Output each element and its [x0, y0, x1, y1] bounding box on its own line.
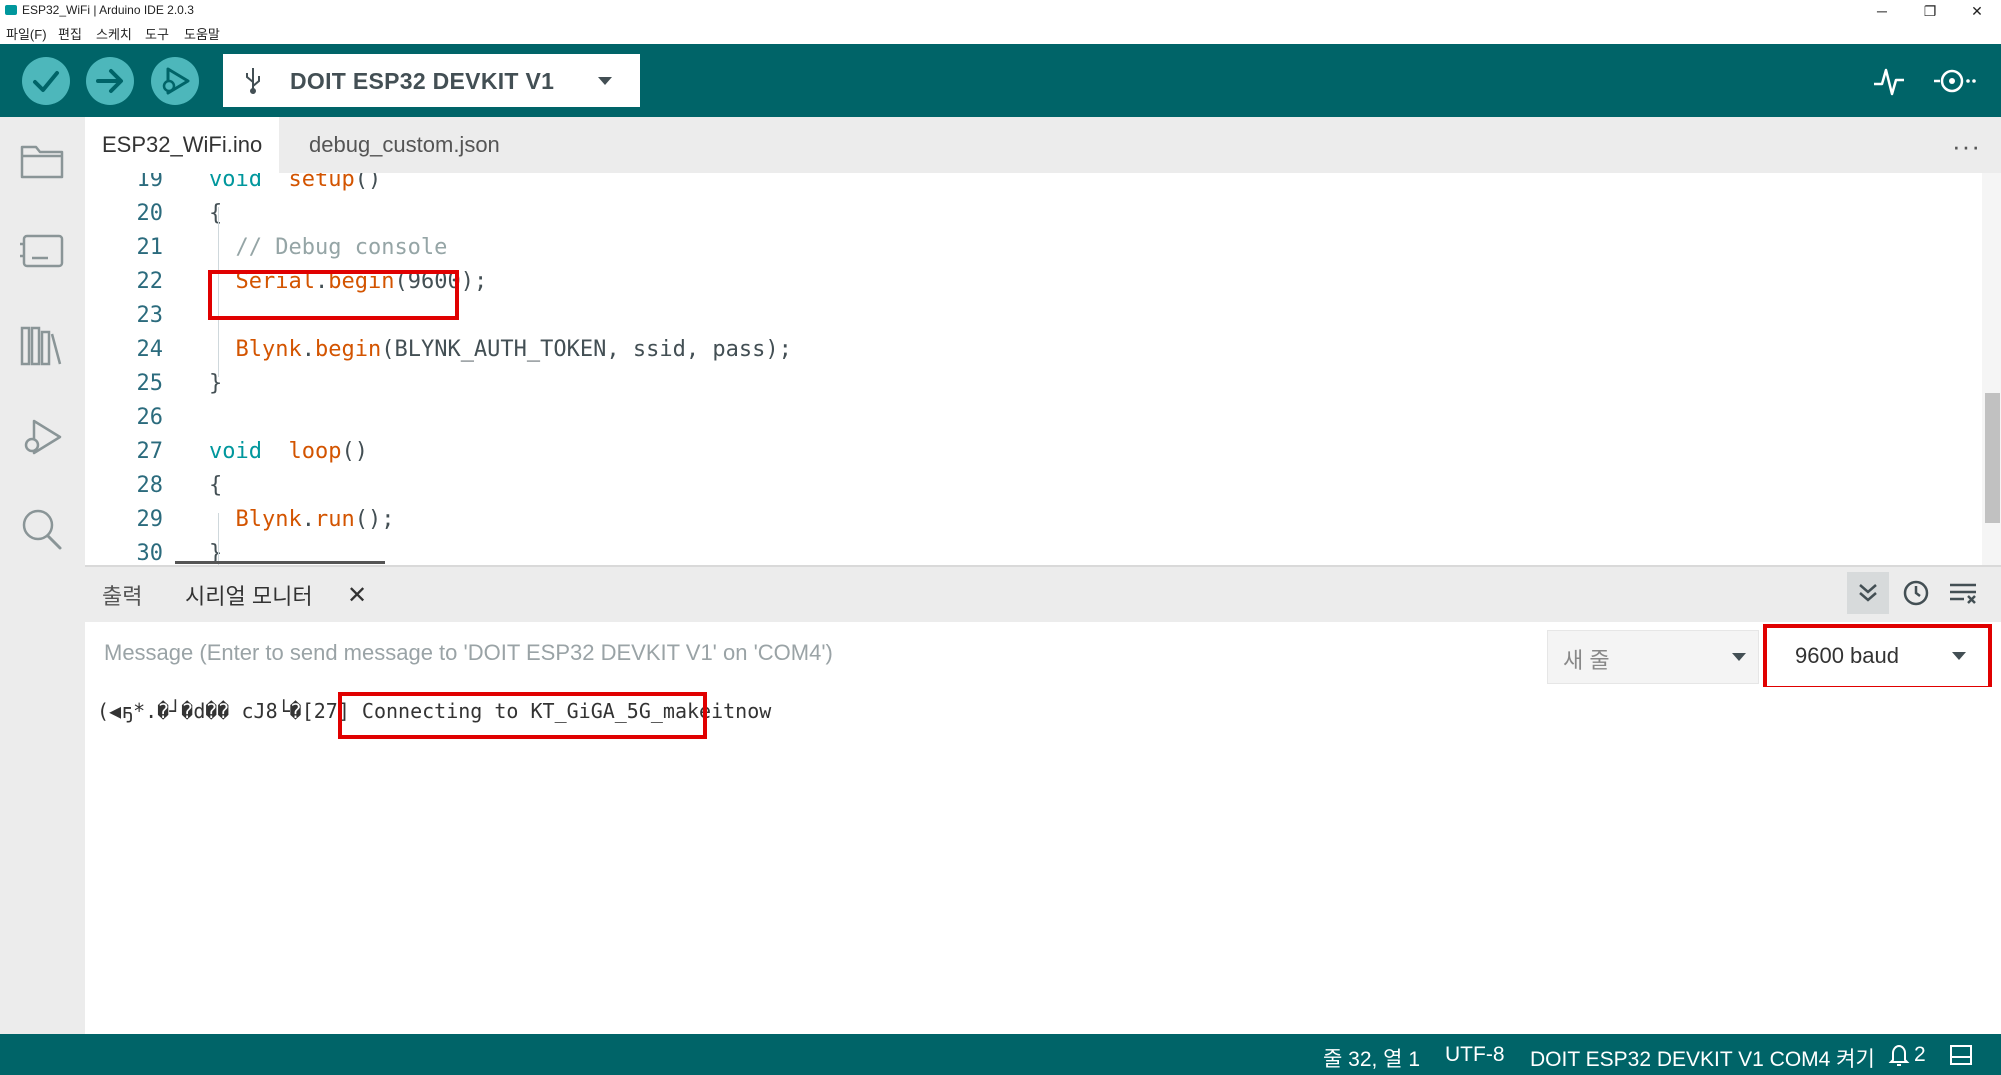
library-icon[interactable]: [18, 322, 66, 368]
line-number: 25: [136, 371, 164, 396]
arduino-app-icon: [5, 5, 17, 15]
timestamp-button[interactable]: [1895, 572, 1937, 614]
editor-scrollbar-thumb[interactable]: [1985, 393, 2000, 523]
line-number: 20: [136, 201, 164, 226]
code-text: Blynk.begin(BLYNK_AUTH_TOKEN, ssid, pass…: [235, 337, 792, 362]
line-ending-value: 새 줄: [1563, 648, 1610, 673]
code-line: 27 void loop(): [85, 435, 1985, 469]
line-number: 26: [136, 405, 164, 430]
line-number: 19: [136, 173, 164, 192]
code-line: 25}: [85, 367, 1985, 401]
close-window-button[interactable]: ✕: [1955, 0, 1999, 22]
clock-icon: [1903, 580, 1929, 606]
menu-file[interactable]: 파일(F): [6, 24, 47, 43]
tab-debug-custom-json[interactable]: debug_custom.json: [309, 117, 500, 173]
window-title: ESP32_WiFi | Arduino IDE 2.0.3: [22, 3, 194, 17]
checkmark-icon: [33, 71, 59, 92]
status-bar: 줄 32, 열 1 UTF-8 DOIT ESP32 DEVKIT V1 COM…: [0, 1034, 2001, 1075]
editor-tabs: ESP32_WiFi.ino debug_custom.json ···: [85, 117, 2001, 173]
code-text: Blynk.run();: [235, 507, 395, 532]
upload-button[interactable]: [86, 57, 134, 105]
line-number: 30: [136, 541, 164, 565]
code-text: void setup(): [209, 173, 382, 192]
line-number: 29: [136, 507, 164, 532]
toolbar: DOIT ESP32 DEVKIT V1: [0, 44, 2001, 117]
line-number: 23: [136, 303, 164, 328]
toggle-panel-icon[interactable]: [1949, 1044, 1973, 1066]
board-port-status[interactable]: DOIT ESP32 DEVKIT V1 COM4 켜기: [1530, 1043, 1875, 1073]
sidebar: [0, 117, 85, 1034]
code-text: {: [209, 473, 223, 498]
notification-count: 2: [1914, 1043, 1926, 1066]
minimize-button[interactable]: ─: [1860, 0, 1904, 22]
maximize-button[interactable]: ❐: [1908, 0, 1952, 22]
indent-guide: [218, 513, 219, 565]
panel-header: 출력 시리얼 모니터 ✕: [85, 567, 2001, 622]
highlight-serial-message: [338, 692, 707, 739]
code-line: 21 // Debug console: [85, 231, 1985, 265]
verify-button[interactable]: [22, 57, 70, 105]
code-line: 20 {: [85, 197, 1985, 231]
menu-bar: 파일(F) 편집 스케치 도구 도움말: [0, 22, 2001, 42]
tab-serial-monitor[interactable]: 시리얼 모니터: [185, 579, 313, 611]
code-line: 19 void setup(): [85, 173, 1985, 197]
clear-output-icon: [1950, 583, 1976, 604]
debug-button[interactable]: [151, 57, 199, 105]
chevron-down-icon: [598, 77, 612, 85]
clear-output-button[interactable]: [1942, 572, 1984, 614]
tab-output[interactable]: 출력: [102, 579, 142, 611]
usb-icon: [246, 68, 260, 94]
code-line: 29 Blynk.run();: [85, 503, 1985, 537]
encoding[interactable]: UTF-8: [1445, 1043, 1505, 1067]
code-editor[interactable]: 19 void setup() 20{21 // Debug console 22 S…: [85, 173, 2001, 565]
message-row: Message (Enter to send message to 'DOIT …: [85, 622, 2001, 690]
debug-play-icon: [162, 67, 190, 95]
line-ending-select[interactable]: 새 줄: [1547, 630, 1759, 684]
board-name: DOIT ESP32 DEVKIT V1: [290, 68, 555, 94]
serial-garbage-text: (◀ҕ*.�┘�d�� cJ8└�: [97, 699, 302, 723]
double-chevron-down-icon: [1859, 584, 1877, 602]
more-tabs-icon[interactable]: ···: [1952, 131, 1981, 162]
serial-plotter-button[interactable]: [1872, 64, 1906, 98]
line-number: 28: [136, 473, 164, 498]
tab-esp32-wifi-ino[interactable]: ESP32_WiFi.ino: [85, 117, 280, 173]
autoscroll-button[interactable]: [1847, 572, 1889, 614]
menu-help[interactable]: 도움말: [184, 24, 220, 43]
highlight-serial-begin: [208, 270, 459, 320]
line-number: 24: [136, 337, 164, 362]
serial-monitor-button[interactable]: [1932, 64, 1980, 98]
close-serial-monitor-icon[interactable]: ✕: [347, 581, 367, 610]
search-icon[interactable]: [18, 506, 66, 552]
folder-icon[interactable]: [18, 139, 66, 181]
board-icon[interactable]: [18, 230, 66, 272]
cursor-position[interactable]: 줄 32, 열 1: [1323, 1043, 1420, 1073]
message-input[interactable]: Message (Enter to send message to 'DOIT …: [104, 640, 833, 666]
debug-icon[interactable]: [18, 415, 66, 461]
code-line: 28 {: [85, 469, 1985, 503]
bell-icon[interactable]: [1887, 1043, 1911, 1067]
code-text: // Debug console: [235, 235, 448, 260]
code-text: void loop(): [209, 439, 368, 464]
code-line: 24 Blynk.begin(BLYNK_AUTH_TOKEN, ssid, p…: [85, 333, 1985, 367]
menu-edit[interactable]: 편집: [58, 24, 82, 43]
highlight-baud-rate: [1763, 624, 1992, 690]
line-number: 27: [136, 439, 164, 464]
chevron-down-icon: [1732, 653, 1746, 661]
title-bar: ESP32_WiFi | Arduino IDE 2.0.3 ─ ❐ ✕: [0, 0, 2001, 22]
code-text: }: [209, 371, 223, 396]
code-text: {: [209, 201, 223, 226]
arrow-right-icon: [96, 69, 123, 93]
line-number: 21: [136, 235, 164, 260]
line-number: 22: [136, 269, 164, 294]
board-selector[interactable]: DOIT ESP32 DEVKIT V1: [223, 54, 640, 107]
code-line: 26: [85, 401, 1985, 435]
menu-sketch[interactable]: 스케치: [96, 24, 132, 43]
editor-hscroll-thumb[interactable]: [175, 561, 385, 564]
serial-output: (◀ҕ*.�┘�d�� cJ8└�[27] Connecting to KT_G…: [85, 687, 2001, 1034]
menu-tools[interactable]: 도구: [145, 24, 169, 43]
